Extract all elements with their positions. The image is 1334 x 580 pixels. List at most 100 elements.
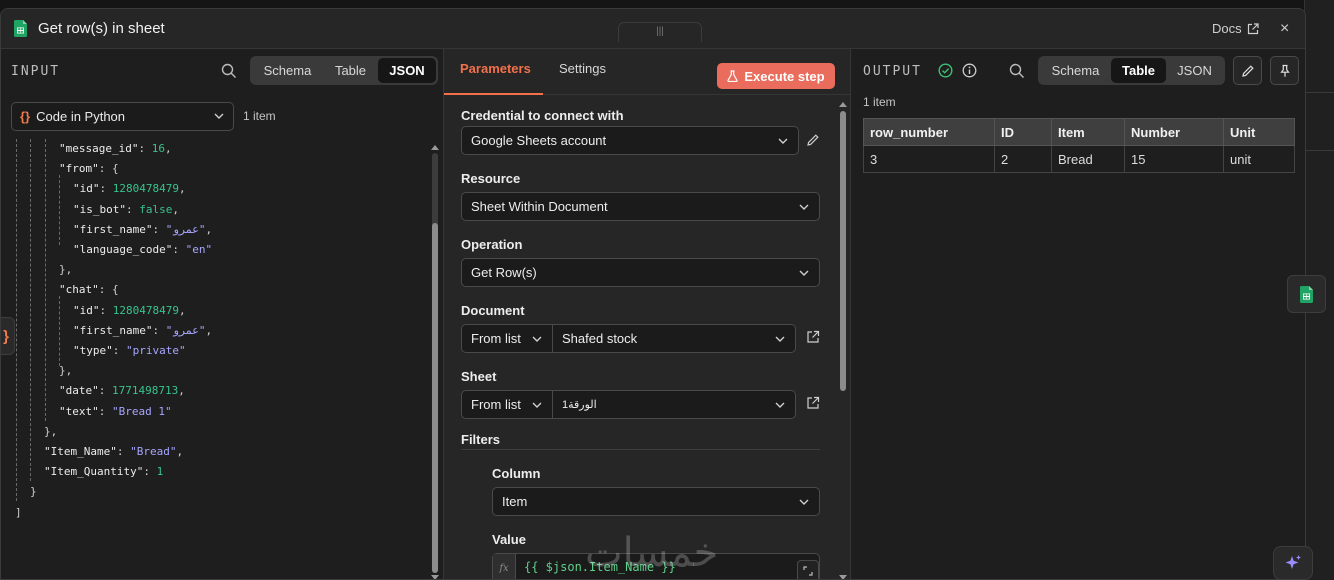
input-title: INPUT [11, 64, 61, 79]
json-value[interactable]: { [112, 283, 119, 296]
json-separator: : [112, 344, 126, 357]
credential-select[interactable]: Google Sheets account [461, 126, 799, 155]
table-cell[interactable]: 2 [994, 145, 1052, 173]
json-key: "is_bot" [73, 202, 126, 216]
input-scrollbar[interactable] [432, 153, 438, 573]
sheet-value: الورقة1 [562, 399, 597, 411]
json-value[interactable]: "private" [126, 344, 186, 357]
operation-value: Get Row(s) [471, 265, 537, 280]
json-separator: : [143, 465, 157, 479]
expand-expression-button[interactable] [797, 560, 819, 579]
json-key: "chat" [59, 283, 99, 297]
scroll-down-arrow[interactable] [431, 575, 439, 579]
document-select[interactable]: Shafed stock [553, 324, 796, 353]
resource-select[interactable]: Sheet Within Document [461, 192, 820, 221]
table-cell[interactable]: 15 [1124, 145, 1224, 173]
docs-link[interactable]: Docs [1212, 21, 1259, 36]
scroll-up-arrow[interactable] [839, 102, 847, 107]
json-value[interactable]: "عمرو" [166, 223, 206, 236]
json-separator: : [99, 182, 113, 196]
google-sheets-icon [1300, 285, 1313, 303]
json-value[interactable]: "en" [186, 243, 213, 256]
operation-select[interactable]: Get Row(s) [461, 258, 820, 287]
input-side-tab[interactable]: } [1, 317, 15, 355]
operation-label: Operation [461, 237, 523, 252]
json-value[interactable]: 16 [152, 142, 165, 155]
external-link-icon [1247, 22, 1259, 34]
output-tab-json[interactable]: JSON [1166, 58, 1223, 83]
output-tab-table[interactable]: Table [1111, 58, 1166, 83]
input-tab-table[interactable]: Table [323, 58, 378, 83]
scroll-up-arrow[interactable] [431, 145, 439, 150]
scroll-down-arrow[interactable] [839, 575, 847, 579]
search-icon[interactable] [221, 63, 237, 79]
column-select[interactable]: Item [492, 487, 820, 516]
json-key: "Item_Name" [44, 445, 117, 458]
indent-guide [16, 139, 17, 501]
input-scroll-thumb[interactable] [432, 223, 438, 573]
chevron-down-icon [778, 138, 788, 144]
search-icon[interactable] [1009, 63, 1025, 79]
filters-divider [461, 449, 820, 450]
active-tab-underline [444, 93, 543, 95]
input-tab-schema[interactable]: Schema [252, 58, 323, 83]
indent-guide [59, 175, 60, 245]
output-panel: OUTPUT Schema Table JSON 1 item row_numb… [851, 49, 1305, 579]
watermark: خمسات [585, 530, 719, 576]
json-value[interactable]: "Bread 1" [112, 405, 172, 418]
params-scroll-thumb[interactable] [840, 111, 846, 391]
edit-output-button[interactable] [1233, 56, 1262, 85]
sheet-mode-select[interactable]: From list [461, 390, 553, 419]
json-value[interactable]: }, [44, 425, 57, 438]
ai-assistant-button[interactable] [1273, 546, 1313, 580]
json-value[interactable]: false [139, 203, 172, 216]
json-line: }, [44, 423, 57, 441]
json-value[interactable]: ] [15, 506, 22, 519]
json-value[interactable]: } [30, 485, 37, 498]
output-tab-schema[interactable]: Schema [1040, 58, 1111, 83]
json-punctuation: , [178, 384, 185, 398]
json-line: "from": { [59, 160, 119, 178]
input-tab-json[interactable]: JSON [378, 58, 436, 83]
table-cell[interactable]: 3 [863, 145, 995, 173]
resource-value: Sheet Within Document [471, 199, 608, 214]
pencil-icon[interactable] [806, 133, 820, 147]
close-button[interactable]: × [1280, 20, 1289, 38]
tab-parameters[interactable]: Parameters [460, 61, 531, 76]
json-punctuation: , [176, 445, 184, 458]
document-mode-select[interactable]: From list [461, 324, 553, 353]
json-value[interactable]: 1280478479 [113, 304, 179, 317]
json-value[interactable]: }, [59, 364, 72, 377]
table-cell[interactable]: unit [1223, 145, 1295, 173]
json-value[interactable]: 1280478479 [113, 182, 179, 195]
column-header: Unit [1223, 118, 1295, 146]
json-separator: : [98, 283, 112, 297]
json-value[interactable]: }, [59, 263, 72, 276]
json-value[interactable]: 1771498713 [112, 384, 178, 397]
pin-output-button[interactable] [1270, 56, 1299, 85]
external-link-icon[interactable] [806, 330, 820, 344]
json-key: "first_name" [73, 323, 153, 337]
json-value[interactable]: "عمرو" [166, 324, 206, 337]
table-cell[interactable]: Bread [1051, 145, 1125, 173]
json-punctuation: , [164, 142, 172, 155]
resource-label: Resource [461, 171, 521, 186]
code-braces-icon: {} [20, 109, 31, 124]
json-value[interactable]: "Bread" [130, 445, 176, 458]
external-link-icon[interactable] [806, 396, 820, 410]
tab-settings[interactable]: Settings [559, 61, 606, 76]
input-node-select[interactable]: {} Code in Python [11, 102, 234, 131]
json-value[interactable]: { [112, 162, 119, 175]
credential-value: Google Sheets account [471, 133, 607, 148]
panel-drag-handle[interactable]: ||| [618, 22, 702, 42]
input-items-count: 1 item [243, 109, 276, 123]
json-value[interactable]: 1 [157, 465, 164, 478]
params-scrollbar[interactable] [840, 111, 846, 571]
execute-step-button[interactable]: Execute step [717, 63, 835, 89]
json-line: "first_name": "عمرو", [73, 322, 212, 340]
info-icon[interactable] [962, 63, 977, 78]
json-line: "chat": { [59, 281, 119, 299]
fx-icon: fx [493, 554, 516, 579]
sheet-select[interactable]: الورقة1 [553, 390, 796, 419]
next-node-button[interactable] [1287, 275, 1326, 313]
